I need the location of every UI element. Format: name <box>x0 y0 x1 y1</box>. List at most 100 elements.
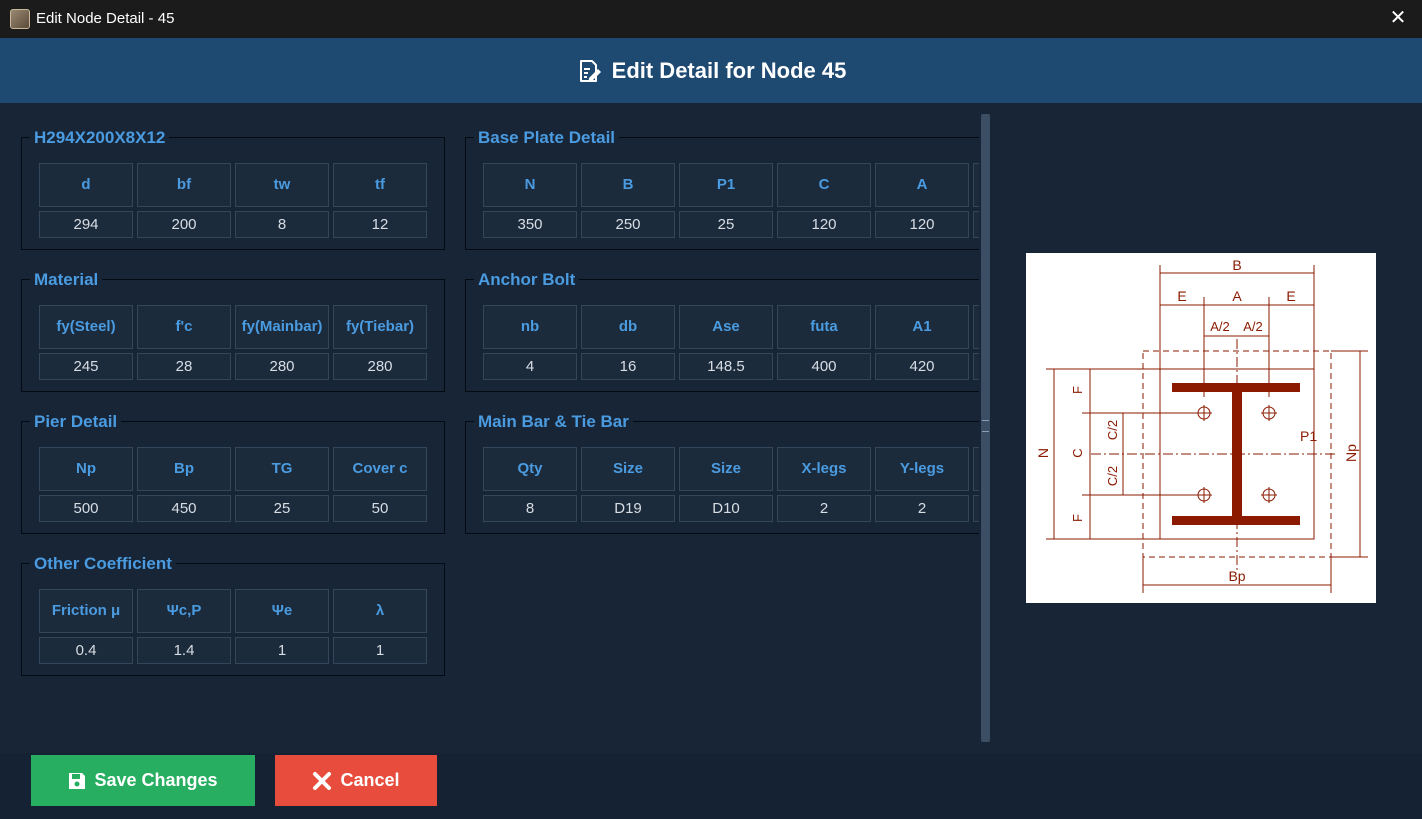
overflow-cell <box>973 495 979 522</box>
label-A2-left: A/2 <box>1210 319 1230 334</box>
section-value-cell[interactable]: 200 <box>137 211 231 238</box>
label-F-top: F <box>1070 386 1085 394</box>
dialog-header: Edit Detail for Node 45 <box>0 38 1422 103</box>
section-value-cell[interactable]: 294 <box>39 211 133 238</box>
baseplate-header-cell: P1 <box>679 163 773 207</box>
app-icon <box>10 9 30 29</box>
label-C: C <box>1070 448 1085 457</box>
baseplate-value-cell[interactable]: 25 <box>679 211 773 238</box>
floppy-disk-icon <box>69 772 86 789</box>
save-label: Save Changes <box>94 770 218 790</box>
section-header-cell: tf <box>333 163 427 207</box>
baseplate-value-cell[interactable]: 120 <box>777 211 871 238</box>
overflow-cell <box>973 305 979 349</box>
baseplate-group: Base Plate Detail N 350 B 250 P1 25 C 120 A 120 <box>465 128 979 250</box>
label-Bp: Bp <box>1228 568 1245 584</box>
overflow-cell <box>973 353 979 380</box>
mainbar-title: Main Bar & Tie Bar <box>474 412 633 432</box>
pier-value-cell[interactable]: 25 <box>235 495 329 522</box>
pier-header-cell: Np <box>39 447 133 491</box>
material-value-cell[interactable]: 245 <box>39 353 133 380</box>
baseplate-value-cell[interactable]: 250 <box>581 211 675 238</box>
label-Np: Np <box>1343 444 1359 462</box>
material-header-cell: fy(Mainbar) <box>235 305 329 349</box>
label-P1: P1 <box>1300 428 1317 444</box>
anchor-value-cell[interactable]: 420 <box>875 353 969 380</box>
mainbar-header-cell: Qty <box>483 447 577 491</box>
edit-document-icon <box>579 59 601 82</box>
coeff-value-cell[interactable]: 0.4 <box>39 637 133 664</box>
overflow-cell <box>973 211 979 238</box>
label-E-right: E <box>1286 288 1295 304</box>
label-N: N <box>1035 448 1051 458</box>
section-value-cell[interactable]: 8 <box>235 211 329 238</box>
label-C2-bottom: C/2 <box>1105 466 1120 486</box>
mainbar-value-cell[interactable]: 2 <box>875 495 969 522</box>
coeff-header-cell: Ψc,P <box>137 589 231 633</box>
baseplate-title: Base Plate Detail <box>474 128 620 148</box>
anchor-header-cell: db <box>581 305 675 349</box>
section-title: H294X200X8X12 <box>30 128 170 148</box>
anchor-value-cell[interactable]: 4 <box>483 353 577 380</box>
pier-header-cell: Cover c <box>333 447 427 491</box>
pier-value-cell[interactable]: 450 <box>137 495 231 522</box>
label-E-left: E <box>1177 288 1186 304</box>
baseplate-value-cell[interactable]: 350 <box>483 211 577 238</box>
label-C2-top: C/2 <box>1105 420 1120 440</box>
material-value-cell[interactable]: 280 <box>333 353 427 380</box>
base-plate-diagram: B E A E A/2 A/2 P1 Bp N F C F C/2 C/2 Np <box>1026 253 1376 603</box>
anchor-value-cell[interactable]: 16 <box>581 353 675 380</box>
coeff-header-cell: Ψe <box>235 589 329 633</box>
cancel-button[interactable]: Cancel <box>275 755 437 806</box>
anchor-header-cell: futa <box>777 305 871 349</box>
mainbar-value-cell[interactable]: D10 <box>679 495 773 522</box>
material-header-cell: fy(Steel) <box>39 305 133 349</box>
mainbar-value-cell[interactable]: D19 <box>581 495 675 522</box>
mainbar-header-cell: X-legs <box>777 447 871 491</box>
material-value-cell[interactable]: 280 <box>235 353 329 380</box>
label-A: A <box>1232 288 1242 304</box>
label-A2-right: A/2 <box>1243 319 1263 334</box>
scroll-grip[interactable] <box>982 420 989 432</box>
cancel-label: Cancel <box>340 770 400 790</box>
save-button[interactable]: Save Changes <box>31 755 255 806</box>
anchor-header-cell: A1 <box>875 305 969 349</box>
mainbar-value-cell[interactable]: 2 <box>777 495 871 522</box>
pier-value-cell[interactable]: 500 <box>39 495 133 522</box>
scrollbar[interactable] <box>981 114 990 742</box>
pier-group: Pier Detail Np 500 Bp 450 TG 25 Cover c 50 <box>21 412 445 534</box>
label-F-bottom: F <box>1070 514 1085 522</box>
coeff-value-cell[interactable]: 1 <box>333 637 427 664</box>
section-group: H294X200X8X12 d 294 bf 200 tw 8 tf 12 <box>21 128 445 250</box>
coeff-group: Other Coefficient Friction μ 0.4 Ψc,P 1.4 Ψe 1… <box>21 554 445 676</box>
coeff-header-cell: Friction μ <box>39 589 133 633</box>
coeff-value-cell[interactable]: 1 <box>235 637 329 664</box>
mainbar-header-cell: Size <box>581 447 675 491</box>
anchor-title: Anchor Bolt <box>474 270 580 290</box>
overflow-cell <box>973 447 979 491</box>
material-value-cell[interactable]: 28 <box>137 353 231 380</box>
material-header-cell: f'c <box>137 305 231 349</box>
section-value-cell[interactable]: 12 <box>333 211 427 238</box>
baseplate-header-cell: B <box>581 163 675 207</box>
pier-value-cell[interactable]: 50 <box>333 495 427 522</box>
overflow-cell <box>973 163 979 207</box>
coeff-title: Other Coefficient <box>30 554 176 574</box>
close-icon <box>313 771 332 790</box>
mainbar-header-cell: Size <box>679 447 773 491</box>
right-column: Base Plate Detail N 350 B 250 P1 25 C 120 A 120 Anc… <box>463 103 979 753</box>
anchor-value-cell[interactable]: 148.5 <box>679 353 773 380</box>
anchor-value-cell[interactable]: 400 <box>777 353 871 380</box>
mainbar-value-cell[interactable]: 8 <box>483 495 577 522</box>
coeff-value-cell[interactable]: 1.4 <box>137 637 231 664</box>
baseplate-header-cell: N <box>483 163 577 207</box>
material-title: Material <box>30 270 103 290</box>
close-button[interactable]: ✕ <box>1386 6 1410 30</box>
baseplate-value-cell[interactable]: 120 <box>875 211 969 238</box>
pier-header-cell: Bp <box>137 447 231 491</box>
material-group: Material fy(Steel) 245 f'c 28 fy(Mainbar) 280 f… <box>21 270 445 392</box>
anchor-header-cell: nb <box>483 305 577 349</box>
label-B: B <box>1232 257 1241 273</box>
baseplate-header-cell: A <box>875 163 969 207</box>
anchor-group: Anchor Bolt nb 4 db 16 Ase 148.5 futa 400 A1 420 <box>465 270 979 392</box>
